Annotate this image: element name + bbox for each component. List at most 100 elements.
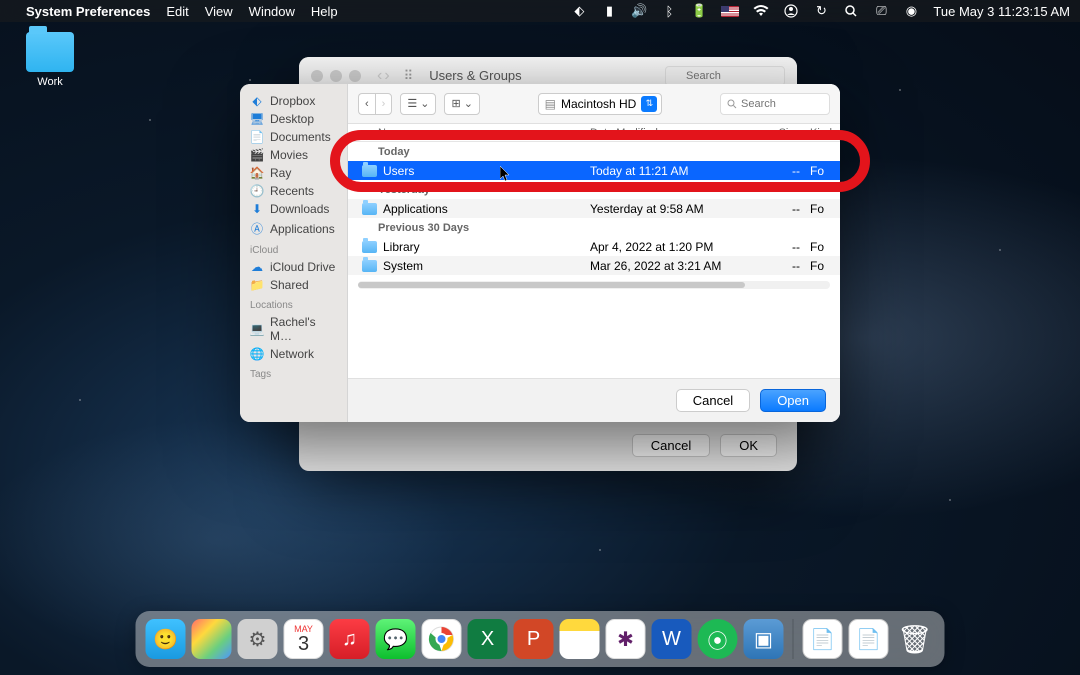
- view-list-button[interactable]: ☰ ⌄: [400, 93, 436, 115]
- file-kind: Fo: [810, 240, 840, 254]
- horizontal-scrollbar[interactable]: [358, 281, 830, 289]
- file-size: --: [755, 164, 810, 178]
- dock-messages-icon[interactable]: 💬: [376, 619, 416, 659]
- open-panel-sidebar: ⬖Dropbox🖥Desktop📄Documents🎬Movies🏠Ray🕘Re…: [240, 84, 348, 422]
- menu-window[interactable]: Window: [249, 4, 295, 19]
- view-group-button[interactable]: ⊞ ⌄: [444, 93, 480, 115]
- dock-recent-file-1[interactable]: 📄: [803, 619, 843, 659]
- menu-help[interactable]: Help: [311, 4, 338, 19]
- globe-icon: 🌐: [250, 347, 264, 361]
- location-popup[interactable]: ▤ Macintosh HD ⇅: [538, 93, 663, 115]
- sidebar-item-label: Documents: [270, 130, 331, 144]
- dropbox-menu-icon[interactable]: ⬖: [571, 3, 587, 19]
- column-kind[interactable]: Kind: [810, 127, 840, 139]
- icloud-icon: ☁: [250, 260, 264, 274]
- input-source-flag-icon[interactable]: [721, 6, 739, 17]
- section-label: Previous 30 Days: [348, 218, 840, 237]
- file-size: --: [755, 202, 810, 216]
- nav-back-button[interactable]: ‹: [358, 93, 375, 115]
- sidebar-item-movies[interactable]: 🎬Movies: [240, 146, 347, 164]
- dock-music-icon[interactable]: ♫: [330, 619, 370, 659]
- open-panel-toolbar: ‹ › ☰ ⌄ ⊞ ⌄ ▤ Macintosh HD ⇅: [348, 84, 840, 124]
- sidebar-item-label: Applications: [270, 222, 335, 236]
- open-panel-footer: Cancel Open: [348, 378, 840, 422]
- column-size[interactable]: Size: [755, 127, 810, 139]
- folder-icon: [26, 32, 74, 72]
- battery-icon[interactable]: 🔋: [691, 3, 707, 19]
- menu-view[interactable]: View: [205, 4, 233, 19]
- file-name: Users: [383, 164, 590, 178]
- dock-powerpoint-icon[interactable]: P: [514, 619, 554, 659]
- file-date: Apr 4, 2022 at 1:20 PM: [590, 240, 755, 254]
- sidebar-item-desktop[interactable]: 🖥Desktop: [240, 110, 347, 128]
- menubar-clock[interactable]: Tue May 3 11:23:15 AM: [933, 4, 1070, 19]
- menu-edit[interactable]: Edit: [166, 4, 188, 19]
- spotlight-icon[interactable]: [843, 3, 859, 19]
- sidebar-item-label: Shared: [270, 278, 309, 292]
- scroll-thumb[interactable]: [358, 282, 745, 288]
- desktop-folder-work[interactable]: Work: [20, 32, 80, 88]
- forward-button[interactable]: ›: [384, 67, 389, 85]
- dropbox-icon: ⬖: [250, 94, 264, 108]
- file-size: --: [755, 240, 810, 254]
- sidebar-item-recents[interactable]: 🕘Recents: [240, 182, 347, 200]
- dock-word-icon[interactable]: W: [652, 619, 692, 659]
- dock-spotify-icon[interactable]: ⦿: [698, 619, 738, 659]
- open-panel-search-input[interactable]: [720, 93, 830, 115]
- open-panel: ⬖Dropbox🖥Desktop📄Documents🎬Movies🏠Ray🕘Re…: [240, 84, 840, 422]
- grid-icon[interactable]: ⠿: [404, 68, 414, 84]
- file-row-users[interactable]: UsersToday at 11:21 AM--Fo: [348, 161, 840, 180]
- dock-slack-icon[interactable]: ✱: [606, 619, 646, 659]
- sidebar-item-label: Rachel's M…: [270, 315, 337, 343]
- sidebar-item-ray[interactable]: 🏠Ray: [240, 164, 347, 182]
- volume-icon[interactable]: 🔊: [631, 3, 647, 19]
- bluetooth-icon[interactable]: ᛒ: [661, 3, 677, 19]
- column-headers[interactable]: Name⌃ Date Modified Size Kind: [348, 124, 840, 142]
- chevron-updown-icon: ⇅: [641, 96, 657, 112]
- dock-launchpad-icon[interactable]: [192, 619, 232, 659]
- column-date[interactable]: Date Modified: [590, 127, 755, 139]
- file-kind: Fo: [810, 259, 840, 273]
- file-row-system[interactable]: SystemMar 26, 2022 at 3:21 AM--Fo: [348, 256, 840, 275]
- control-center-icon[interactable]: ⎚: [873, 3, 889, 19]
- dock-settings-icon[interactable]: ⚙: [238, 619, 278, 659]
- traffic-zoom[interactable]: [349, 70, 361, 82]
- traffic-minimize[interactable]: [330, 70, 342, 82]
- sidebar-item-network[interactable]: 🌐Network: [240, 345, 347, 363]
- timemachine-icon[interactable]: ↻: [813, 3, 829, 19]
- desktop-icon: 🖥: [250, 112, 264, 126]
- dock-finder-icon[interactable]: 🙂: [146, 619, 186, 659]
- file-row-library[interactable]: LibraryApr 4, 2022 at 1:20 PM--Fo: [348, 237, 840, 256]
- dock-calendar-icon[interactable]: MAY3: [284, 619, 324, 659]
- sidebar-item-downloads[interactable]: ⬇Downloads: [240, 200, 347, 218]
- dock-notes-icon[interactable]: [560, 619, 600, 659]
- open-panel-cancel-button[interactable]: Cancel: [676, 389, 750, 412]
- sidebar-item-dropbox[interactable]: ⬖Dropbox: [240, 92, 347, 110]
- app-menu[interactable]: System Preferences: [26, 4, 150, 19]
- traffic-close[interactable]: [311, 70, 323, 82]
- user-icon[interactable]: [783, 3, 799, 19]
- syspref-cancel-button[interactable]: Cancel: [632, 434, 710, 457]
- siri-icon[interactable]: ◉: [903, 3, 919, 19]
- column-name[interactable]: Name⌃: [378, 127, 590, 139]
- syspref-ok-button[interactable]: OK: [720, 434, 777, 457]
- sidebar-item-shared[interactable]: 📁Shared: [240, 276, 347, 294]
- sidebar-item-applications[interactable]: ⒶApplications: [240, 218, 347, 239]
- syspref-search-input[interactable]: [665, 66, 785, 86]
- dock-recent-file-2[interactable]: 📄: [849, 619, 889, 659]
- sidebar-item-documents[interactable]: 📄Documents: [240, 128, 347, 146]
- open-panel-open-button[interactable]: Open: [760, 389, 826, 412]
- dock-screenshot-icon[interactable]: ▣: [744, 619, 784, 659]
- sidebar-item-rachel-s-m-[interactable]: 💻Rachel's M…: [240, 313, 347, 345]
- folder-icon: [362, 165, 377, 177]
- dock-excel-icon[interactable]: X: [468, 619, 508, 659]
- sidebar-item-icloud-drive[interactable]: ☁iCloud Drive: [240, 258, 347, 276]
- file-list[interactable]: Name⌃ Date Modified Size Kind TodayUsers…: [348, 124, 840, 378]
- battery-menu-icon[interactable]: ▮: [601, 3, 617, 19]
- wifi-icon[interactable]: [753, 3, 769, 19]
- file-row-applications[interactable]: ApplicationsYesterday at 9:58 AM--Fo: [348, 199, 840, 218]
- dock-chrome-icon[interactable]: [422, 619, 462, 659]
- nav-forward-button[interactable]: ›: [375, 93, 393, 115]
- back-button[interactable]: ‹: [377, 67, 382, 85]
- dock-trash-icon[interactable]: 🗑: [895, 619, 935, 659]
